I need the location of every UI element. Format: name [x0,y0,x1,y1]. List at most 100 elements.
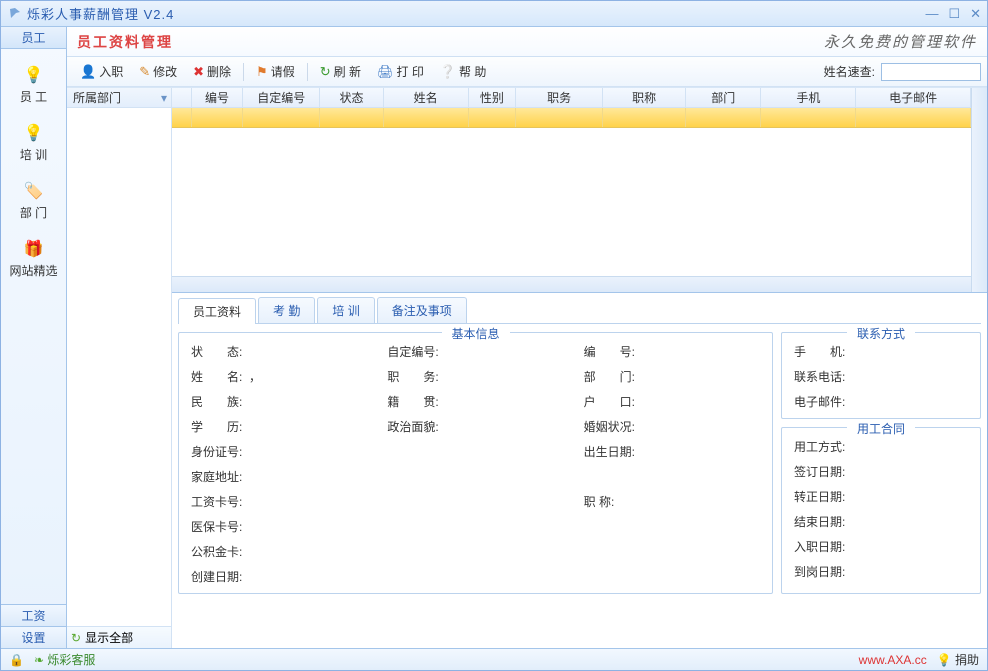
onboard-button[interactable]: 👤 入职 [73,60,130,83]
print-icon: 🖨 [377,64,394,80]
h-scrollbar[interactable] [172,276,971,292]
row-selector-header[interactable] [172,88,192,107]
lbl-marriage: 婚姻状况: [584,418,760,435]
dept-tree[interactable] [67,108,171,626]
lbl-med-card: 医保卡号: [191,518,760,535]
grid-header: 编号 自定编号 状态 姓名 性别 职务 职称 部门 手机 电子邮件 [172,88,971,108]
titlebar: 烁彩人事薪酬管理 V2.4 — ☐ ✕ [1,1,987,27]
sidebar-active-tab[interactable]: 员工 [1,27,66,49]
btn-label: 打 印 [396,63,423,80]
lbl-native: 籍 贯: [387,393,563,410]
lbl-politics: 政治面貌: [387,418,563,435]
lock-icon[interactable]: 🔒 [9,653,24,667]
lbl-phone: 联系电话: [794,368,968,385]
refresh-button[interactable]: ↻ 刷 新 [313,60,368,83]
legend: 联系方式 [847,325,915,342]
col-header[interactable]: 状态 [320,88,383,107]
sidebar-tab-salary[interactable]: 工资 [1,604,66,626]
lbl-end-date: 结束日期: [794,513,968,530]
tab-training[interactable]: 培 训 [317,297,374,323]
lbl-dept: 部 门: [584,368,760,385]
col-header[interactable]: 性别 [469,88,516,107]
site-link[interactable]: www.AXA.cc [859,653,927,667]
lbl-edu: 学 历: [191,418,367,435]
basic-info-group: 基本信息 状 态: 自定编号: 编 号: 姓 名: ， 职 务: 部 门: 民 … [178,332,773,594]
lbl-position: 职 务: [387,368,563,385]
sidebar-item-training[interactable]: 💡 培 训 [1,115,66,173]
separator [243,63,244,81]
col-header[interactable]: 职务 [516,88,603,107]
statusbar: 🔒 ❧ 烁彩客服 www.AXA.cc 💡 捐助 [1,648,987,670]
lbl-title: 职 称: [584,493,760,510]
flag-icon: ⚑ [256,64,268,80]
lbl-name: 姓 名: ， [191,368,367,385]
maximize-icon[interactable]: ☐ [948,6,960,22]
tag-icon: 🏷️ [24,181,44,201]
refresh-icon: ↻ [320,64,331,80]
lbl-fund-card: 公积金卡: [191,543,760,560]
col-header[interactable]: 部门 [686,88,761,107]
lbl-arrive-date: 到岗日期: [794,563,968,580]
dept-panel: 所属部门 ▾ ↻ 显示全部 [67,88,172,648]
table-row[interactable] [172,108,971,128]
bulb-icon: 💡 [24,123,44,143]
lbl-salary-card: 工资卡号: [191,493,564,510]
donate-button[interactable]: 💡 捐助 [937,651,979,668]
btn-label: 刷 新 [334,63,361,80]
detail-tabs: 员工资料 考 勤 培 训 备注及事项 [178,297,981,324]
show-all-button[interactable]: ↻ 显示全部 [67,626,171,648]
legend: 基本信息 [441,325,509,342]
show-all-label: 显示全部 [85,629,133,646]
chevron-down-icon[interactable]: ▾ [161,91,167,105]
btn-label: 删除 [207,63,231,80]
search-label: 姓名速查: [824,63,875,80]
lbl-custom-no: 自定编号: [387,343,563,360]
contract-group: 用工合同 用工方式: 签订日期: 转正日期: 结束日期: 入职日期: 到岗日期: [781,427,981,594]
slogan: 永久免费的管理软件 [824,31,977,52]
delete-button[interactable]: ✖ 删除 [186,60,238,83]
col-header[interactable]: 电子邮件 [856,88,971,107]
help-button[interactable]: ❔ 帮 助 [433,60,494,83]
search-input[interactable] [881,63,981,81]
sidebar-item-label: 培 训 [20,146,47,163]
leaf-icon: ❧ [34,653,44,667]
minimize-icon[interactable]: — [925,6,938,22]
sidebar-item-website[interactable]: 🎁 网站精选 [1,231,66,289]
app-title: 烁彩人事薪酬管理 V2.4 [27,4,174,23]
col-header[interactable]: 手机 [761,88,856,107]
lbl-birth: 出生日期: [584,443,760,460]
col-header[interactable]: 编号 [192,88,243,107]
service-link[interactable]: ❧ 烁彩客服 [34,651,95,668]
col-header[interactable]: 职称 [603,88,686,107]
help-icon: ❔ [440,64,456,80]
close-icon[interactable]: ✕ [970,6,981,22]
toolbar: 👤 入职 ✎ 修改 ✖ 删除 ⚑ 请假 ↻ 刷 新 🖨 [67,57,987,87]
sidebar-item-department[interactable]: 🏷️ 部 门 [1,173,66,231]
gift-icon: 🎁 [24,239,44,259]
lbl-idcard: 身份证号: [191,443,564,460]
sidebar-item-label: 网站精选 [9,262,57,279]
btn-label: 帮 助 [459,63,486,80]
tab-profile[interactable]: 员工资料 [178,298,256,324]
col-header[interactable]: 自定编号 [243,88,320,107]
lbl-email: 电子邮件: [794,393,968,410]
page-title: 员工资料管理 [77,32,173,52]
bulb-icon: 💡 [937,653,952,667]
edit-icon: ✎ [139,64,150,80]
lbl-emp-type: 用工方式: [794,438,968,455]
v-scrollbar[interactable] [971,88,987,292]
edit-button[interactable]: ✎ 修改 [132,60,184,83]
dept-panel-header: 所属部门 ▾ [67,88,171,108]
print-button[interactable]: 🖨 打 印 [370,60,431,83]
leave-button[interactable]: ⚑ 请假 [249,60,302,83]
btn-label: 入职 [99,63,123,80]
tab-attendance[interactable]: 考 勤 [258,297,315,323]
tab-notes[interactable]: 备注及事项 [377,297,467,323]
donate-label: 捐助 [955,653,979,667]
page-header: 员工资料管理 永久免费的管理软件 [67,27,987,57]
sidebar-tab-settings[interactable]: 设置 [1,626,66,648]
employee-grid[interactable]: 编号 自定编号 状态 姓名 性别 职务 职称 部门 手机 电子邮件 [172,88,971,292]
sidebar-item-employee[interactable]: 💡 员 工 [1,57,66,115]
col-header[interactable]: 姓名 [384,88,469,107]
legend: 用工合同 [847,420,915,437]
